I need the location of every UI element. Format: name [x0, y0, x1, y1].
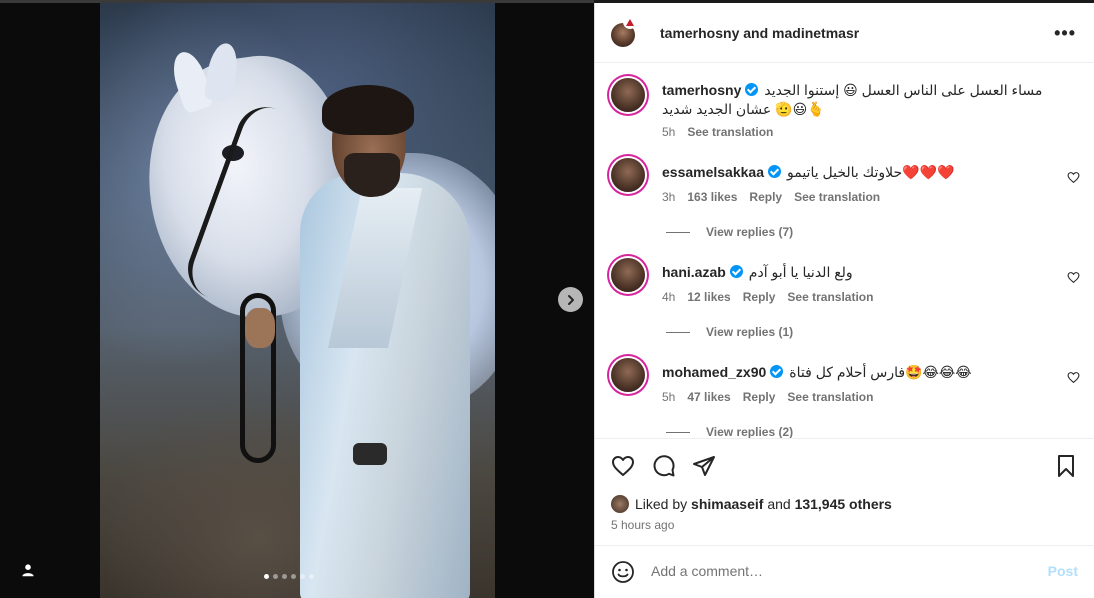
man-watch [353, 443, 387, 465]
like-comment-icon[interactable] [1067, 271, 1080, 284]
post-timestamp[interactable]: 5 hours ago [611, 518, 674, 532]
carousel-dot [282, 574, 287, 579]
carousel-dot [264, 574, 269, 579]
comment-likes[interactable]: 47 likes [687, 390, 730, 404]
save-bookmark-icon[interactable] [1054, 454, 1078, 478]
comment-avatar[interactable] [611, 258, 645, 292]
carousel-dot [291, 574, 296, 579]
madinetmasr-logo-icon [626, 18, 634, 26]
comment-username[interactable]: essamelsakkaa [662, 164, 764, 180]
post-actions: Liked by shimaaseif and 131,945 others 5… [595, 438, 1094, 538]
comment-text: ولع الدنيا يا أبو آدم [748, 264, 853, 280]
liker-username[interactable]: shimaaseif [691, 496, 763, 512]
caption-time[interactable]: 5h [662, 125, 675, 139]
comment-header: essamelsakkaa حلاوتك بالخيل ياتيمو❤️❤️❤️ [662, 164, 954, 181]
reply-button[interactable]: Reply [743, 390, 776, 404]
carousel-indicator [264, 574, 314, 579]
man-hand [245, 308, 275, 348]
chevron-right-icon [567, 294, 574, 305]
verified-icon [770, 365, 784, 378]
comment-header: hani.azab ولع الدنيا يا أبو آدم [662, 264, 853, 281]
post-authors[interactable]: tamerhosny and madinetmasr [660, 25, 859, 41]
carousel-dot [300, 574, 305, 579]
emoji-icon[interactable] [611, 560, 635, 584]
view-replies-button[interactable]: View replies (2) [666, 425, 793, 438]
comment-item: essamelsakkaa حلاوتك بالخيل ياتيمو❤️❤️❤️ … [595, 158, 1094, 248]
post-comment-button[interactable]: Post [1048, 563, 1078, 579]
view-replies-button[interactable]: View replies (7) [666, 225, 793, 239]
comment-avatar[interactable] [611, 158, 645, 192]
liked-by-summary: Liked by shimaaseif and 131,945 others [611, 495, 892, 513]
liked-by-prefix: Liked by [635, 496, 688, 512]
comment-bubble-icon[interactable] [652, 454, 676, 478]
post-side-panel: tamerhosny and madinetmasr ••• tamerhosn… [594, 3, 1094, 598]
see-translation-button[interactable]: See translation [787, 290, 873, 304]
comment-username[interactable]: hani.azab [662, 264, 726, 280]
post-photo[interactable] [100, 3, 495, 598]
verified-icon [729, 265, 743, 278]
tagged-users-button[interactable] [18, 560, 38, 580]
likes-others-count[interactable]: 131,945 others [795, 496, 892, 512]
comment-avatar[interactable] [611, 358, 645, 392]
caption: tamerhosny مساء العسل على الناس العسل 😃 إ… [595, 64, 1094, 144]
comment-header: mohamed_zx90 فارس أحلام كل فتاة🤩😂😂😂 [662, 364, 972, 381]
comments-list[interactable]: tamerhosny مساء العسل على الناس العسل 😃 إ… [595, 64, 1094, 438]
comment-time[interactable]: 5h [662, 390, 675, 404]
comment-time[interactable]: 3h [662, 190, 675, 204]
share-send-icon[interactable] [692, 454, 716, 478]
next-image-button[interactable] [558, 287, 583, 312]
caption-text-line1: مساء العسل على الناس العسل 😃 إستنوا الجد… [764, 82, 1043, 98]
caption-text-line2: عشان الجديد شديد 🫡😃🫰 [662, 101, 825, 117]
comment-username[interactable]: mohamed_zx90 [662, 364, 766, 380]
caption-meta: 5h See translation [662, 125, 785, 139]
reply-button[interactable]: Reply [743, 290, 776, 304]
comment-time[interactable]: 4h [662, 290, 675, 304]
liked-by-and: and [767, 496, 791, 512]
comment-meta: 5h 47 likes Reply See translation [662, 390, 885, 404]
comment-text: حلاوتك بالخيل ياتيمو❤️❤️❤️ [787, 164, 955, 180]
comment-text: فارس أحلام كل فتاة🤩😂😂😂 [789, 364, 972, 380]
comment-meta: 4h 12 likes Reply See translation [662, 290, 885, 304]
man-hair [322, 85, 414, 135]
comment-input[interactable] [651, 561, 1031, 581]
comment-likes[interactable]: 163 likes [687, 190, 737, 204]
comment-item: mohamed_zx90 فارس أحلام كل فتاة🤩😂😂😂 5h 47 … [595, 358, 1094, 438]
like-comment-icon[interactable] [1067, 371, 1080, 384]
like-comment-icon[interactable] [1067, 171, 1080, 184]
verified-icon [745, 83, 759, 96]
liker-avatar[interactable] [611, 495, 629, 513]
media-letterbox-left [0, 0, 100, 598]
instagram-post-modal: tamerhosny and madinetmasr ••• tamerhosn… [0, 0, 1094, 598]
comment-meta: 3h 163 likes Reply See translation [662, 190, 892, 204]
see-translation-button[interactable]: See translation [787, 390, 873, 404]
post-media [0, 0, 594, 598]
man-beard [344, 153, 400, 197]
caption-username-row: tamerhosny مساء العسل على الناس العسل 😃 إ… [662, 82, 1042, 99]
comment-likes[interactable]: 12 likes [687, 290, 730, 304]
verified-icon [768, 165, 781, 178]
post-header: tamerhosny and madinetmasr ••• [595, 3, 1094, 63]
add-comment-bar: Post [595, 545, 1094, 598]
comment-item: hani.azab ولع الدنيا يا أبو آدم 4h 12 like… [595, 258, 1094, 348]
like-heart-icon[interactable] [611, 454, 635, 478]
caption-username[interactable]: tamerhosny [662, 82, 741, 98]
view-replies-button[interactable]: View replies (1) [666, 325, 793, 339]
carousel-dot [309, 574, 314, 579]
more-options-button[interactable]: ••• [1054, 23, 1076, 44]
user-tag-icon [22, 564, 34, 577]
see-translation-button[interactable]: See translation [794, 190, 880, 204]
collab-avatar-badge[interactable] [623, 15, 637, 29]
caption-see-translation[interactable]: See translation [687, 125, 773, 139]
reply-button[interactable]: Reply [749, 190, 782, 204]
caption-avatar[interactable] [611, 78, 645, 112]
carousel-dot [273, 574, 278, 579]
